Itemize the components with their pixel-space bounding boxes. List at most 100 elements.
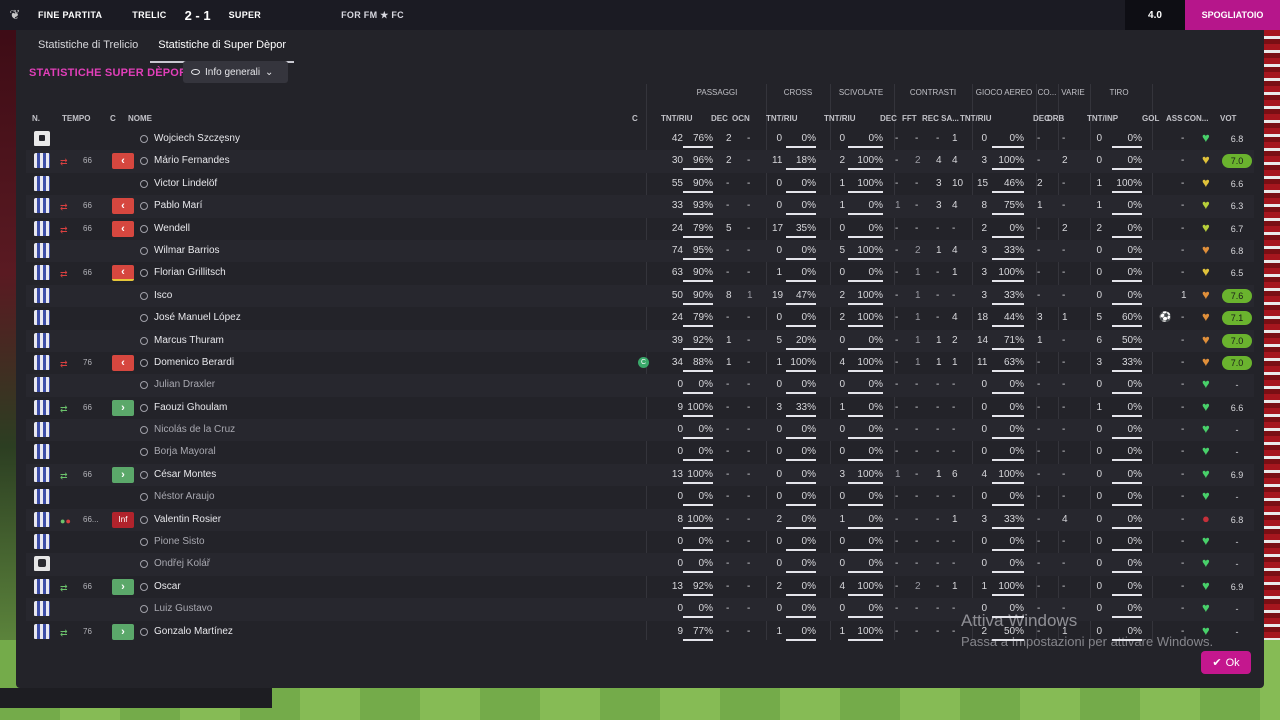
table-row[interactable]: Wojciech Szczęsny 42 76% 2-0 0% 0 0% - - -1 0 0% - -0… — [26, 128, 1254, 150]
top-counter[interactable]: 4.0 — [1125, 0, 1185, 30]
column-header[interactable]: NOME — [128, 114, 152, 123]
table-row[interactable]: José Manuel López 24 79% - -0 0% 2 100% -1-4 18 44… — [26, 307, 1254, 329]
player-profile-icon[interactable] — [140, 470, 148, 479]
sub-out-icon[interactable]: ‹ — [112, 354, 134, 371]
table-row[interactable]: ⇄ 66 ‹ Mário Fernandes 30 96% 2-11 18% 2 100% -2 4 4… — [26, 150, 1254, 173]
column-header[interactable]: VOT — [1220, 114, 1236, 123]
column-header[interactable]: TNT/RIU — [960, 114, 992, 123]
table-row[interactable]: Julian Draxler 0 0% - -0 0% 0 0% - - - -0 0% - -0 0% - ♥ - — [26, 374, 1254, 397]
player-profile-icon[interactable] — [140, 381, 148, 390]
player-profile-icon[interactable] — [140, 426, 148, 435]
sub-in-icon[interactable]: › — [112, 623, 134, 640]
player-profile-icon[interactable] — [140, 493, 148, 502]
sub-in-icon[interactable]: › — [112, 466, 134, 483]
player-profile-icon[interactable] — [140, 224, 148, 233]
table-row[interactable]: Isco 50 90% 8 1 19 47% 2 100% -1- -3 33% - -0 0% 1 ♥ 7.6 — [26, 284, 1254, 308]
player-name[interactable]: Julian Draxler — [154, 379, 215, 390]
player-name[interactable]: Victor Lindelöf — [154, 178, 217, 189]
sub-in-icon[interactable]: › — [112, 399, 134, 416]
sub-in-icon[interactable]: › — [112, 578, 134, 595]
player-name[interactable]: Marcus Thuram — [154, 335, 224, 346]
column-header[interactable]: TNT/RIU — [661, 114, 693, 123]
column-header[interactable]: GOL — [1142, 114, 1159, 123]
player-name[interactable]: Domenico Berardi — [154, 357, 234, 368]
sub-out-icon[interactable]: ‹ — [112, 265, 134, 282]
sub-out-icon[interactable]: ‹ — [112, 198, 134, 215]
sub-out-icon[interactable]: ‹ — [112, 153, 134, 170]
column-header[interactable]: N. — [32, 114, 40, 123]
table-row[interactable]: Ondřej Kolář 0 0% - -0 0% 0 0% - - - -0 0% - -0 0% - ♥ - — [26, 553, 1254, 576]
player-profile-icon[interactable] — [140, 291, 148, 300]
table-row[interactable]: Néstor Araujo 0 0% - -0 0% 0 0% - - - -0 0% - -0 0% - ♥ - — [26, 486, 1254, 508]
player-name[interactable]: Isco — [154, 290, 172, 301]
table-row[interactable]: ⇄ 66 ‹ Pablo Marí 33 93% - -0 0% 1 0% 1-3 4 8 75% 1-1 0%… — [26, 195, 1254, 218]
player-profile-icon[interactable] — [140, 202, 148, 211]
player-name[interactable]: Nicolás de la Cruz — [154, 424, 235, 435]
column-header[interactable]: DEC — [880, 114, 897, 123]
column-header[interactable]: TNT/RIU — [766, 114, 798, 123]
column-header[interactable]: DEC — [711, 114, 728, 123]
table-row[interactable]: Wilmar Barrios 74 95% - -0 0% 5 100% -2 1 4 3 33% - -0… — [26, 239, 1254, 263]
player-profile-icon[interactable] — [140, 135, 148, 143]
column-header[interactable]: TNT/INP — [1087, 114, 1118, 123]
tab-trelicio-stats[interactable]: Statistiche di Trelicio — [30, 35, 146, 63]
player-name[interactable]: Valentin Rosier — [154, 514, 221, 525]
player-name[interactable]: Pione Sisto — [154, 536, 205, 547]
player-profile-icon[interactable] — [140, 515, 148, 524]
table-row[interactable]: ⇄ 66 › César Montes 13 100% - -0 0% 3 100% 1-1 6 4 100… — [26, 463, 1254, 487]
column-header[interactable]: C — [110, 114, 116, 123]
sub-out-icon[interactable]: ‹ — [112, 220, 134, 237]
player-profile-icon[interactable] — [140, 314, 148, 323]
player-profile-icon[interactable] — [140, 336, 148, 345]
player-name[interactable]: Wilmar Barrios — [154, 245, 220, 256]
player-name[interactable]: Wojciech Szczęsny — [154, 133, 240, 144]
tab-superdepor-stats[interactable]: Statistiche di Super Dèpor — [150, 35, 295, 63]
table-row[interactable]: Nicolás de la Cruz 0 0% - -0 0% 0 0% - - - -0 0% - -0 0… — [26, 419, 1254, 442]
column-header[interactable]: TNT/RIU — [824, 114, 856, 123]
table-row[interactable]: Pione Sisto 0 0% - -0 0% 0 0% - - - -0 0% - -0 0% - ♥ - — [26, 531, 1254, 553]
player-name[interactable]: Faouzi Ghoulam — [154, 402, 227, 413]
player-profile-icon[interactable] — [140, 246, 148, 255]
table-row[interactable]: ⇄ 66 › Faouzi Ghoulam 9 100% - -3 33% 1 0% - - - -0 0% -… — [26, 397, 1254, 419]
player-name[interactable]: Ondřej Kolář — [154, 558, 210, 569]
app-logo-icon[interactable]: ❦ — [0, 0, 30, 30]
player-profile-icon[interactable] — [140, 627, 148, 636]
player-name[interactable]: Néstor Araujo — [154, 491, 215, 502]
player-profile-icon[interactable] — [140, 179, 148, 188]
column-header[interactable]: REC SA... — [922, 114, 959, 123]
table-row[interactable]: ⇄ 76 ‹ Domenico Berardi C 34 88% 1-1 100% 4 100% -1… — [26, 352, 1254, 374]
dressing-room-button[interactable]: SPOGLIATOIO — [1185, 0, 1280, 30]
table-row[interactable]: Marcus Thuram 39 92% 1-5 20% 0 0% -1 1 2 14 71% 1-6 5… — [26, 329, 1254, 352]
table-row[interactable]: ⇄ 66 ‹ Florian Grillitsch 63 90% - -1 0% 0 0% -1-1 3… — [26, 262, 1254, 284]
table-row[interactable]: Borja Mayoral 0 0% - -0 0% 0 0% - - - -0 0% - -0 0% - ♥ - — [26, 441, 1254, 463]
column-header[interactable]: CON... — [1184, 114, 1208, 123]
table-row[interactable]: ⇄ 66 ‹ Wendell 24 79% 5-17 35% 0 0% - - - -2 0% -2 2 0% - ♥… — [26, 218, 1254, 240]
player-profile-icon[interactable] — [140, 582, 148, 591]
player-profile-icon[interactable] — [140, 269, 148, 278]
column-header[interactable]: FFT — [902, 114, 917, 123]
player-profile-icon[interactable] — [140, 403, 148, 412]
player-name[interactable]: Pablo Marí — [154, 200, 202, 211]
player-name[interactable]: Mário Fernandes — [154, 155, 230, 166]
player-name[interactable]: José Manuel López — [154, 312, 241, 323]
player-name[interactable]: Wendell — [154, 223, 190, 234]
view-dropdown[interactable]: Info generali ⌄ — [183, 61, 288, 83]
player-name[interactable]: César Montes — [154, 469, 216, 480]
player-name[interactable]: Oscar — [154, 581, 181, 592]
player-name[interactable]: Borja Mayoral — [154, 446, 216, 457]
column-header[interactable]: OCN — [732, 114, 750, 123]
player-profile-icon[interactable] — [140, 157, 148, 166]
player-profile-icon[interactable] — [140, 448, 148, 457]
player-profile-icon[interactable] — [140, 358, 148, 367]
column-header[interactable]: C — [632, 114, 638, 123]
injury-badge[interactable]: Inf — [112, 511, 134, 528]
table-row[interactable]: ⇄ 66 › Oscar 13 92% - -2 0% 4 100% -2-1 1 100% - -0 0% - ♥… — [26, 576, 1254, 598]
player-name[interactable]: Gonzalo Martínez — [154, 626, 233, 637]
player-name[interactable]: Florian Grillitsch — [154, 267, 226, 278]
player-profile-icon[interactable] — [140, 560, 148, 569]
player-profile-icon[interactable] — [140, 538, 148, 547]
player-profile-icon[interactable] — [140, 605, 148, 614]
ok-button[interactable]: ✔ Ok — [1201, 651, 1251, 674]
column-header[interactable]: ASS — [1166, 114, 1182, 123]
column-header[interactable]: DRB — [1047, 114, 1064, 123]
